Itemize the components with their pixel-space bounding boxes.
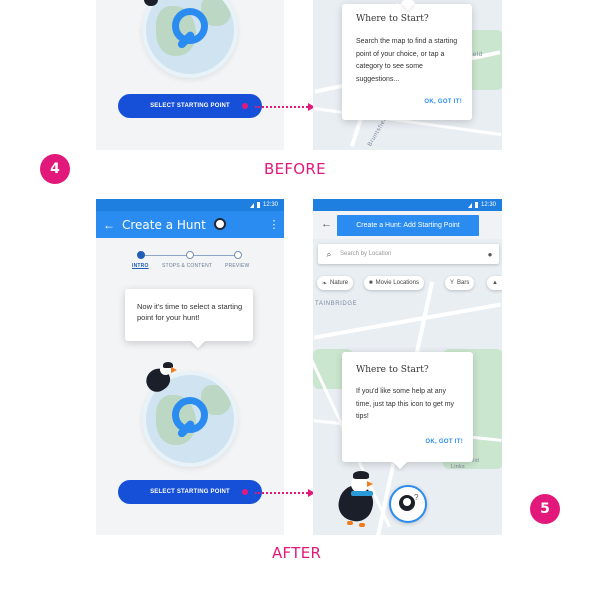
flow-arrow-line bbox=[255, 106, 311, 108]
card-title: Where to Start? bbox=[356, 365, 429, 375]
card-body: If you'd like some help at any time, jus… bbox=[356, 388, 455, 420]
cocktail-icon: Y bbox=[450, 280, 455, 286]
overflow-menu-icon[interactable]: ⋮ bbox=[264, 218, 284, 231]
film-icon: ■ bbox=[369, 280, 373, 286]
before-map-screen: ield Bruntsfield Where to Start? Search … bbox=[313, 0, 502, 150]
stepper-dot-intro[interactable] bbox=[137, 251, 145, 259]
select-starting-point-button[interactable]: SELECT STARTING POINT bbox=[118, 94, 262, 118]
help-tips-button[interactable]: ? bbox=[389, 485, 427, 523]
puffin-mascot bbox=[334, 469, 395, 531]
app-bar: ← Create a Hunt ⋮ bbox=[96, 211, 284, 238]
back-arrow-icon[interactable]: ← bbox=[96, 218, 122, 232]
stepper-label-preview[interactable]: PREVIEW bbox=[225, 263, 249, 269]
status-time: 12:30 bbox=[480, 202, 496, 208]
hotspot-marker bbox=[242, 489, 248, 495]
status-bar: 12:30 bbox=[96, 199, 284, 211]
microphone-icon[interactable]: ● bbox=[481, 250, 499, 259]
map-label-field: ield bbox=[471, 52, 483, 58]
intro-speech-bubble: Now it's time to select a starting point… bbox=[125, 289, 253, 341]
chip-more[interactable]: ▲ bbox=[487, 276, 502, 290]
back-arrow-icon[interactable]: ← bbox=[321, 218, 332, 230]
before-intro-screen: SELECT STARTING POINT bbox=[96, 0, 284, 150]
before-label: BEFORE bbox=[264, 160, 326, 178]
where-to-start-card: Where to Start? If you'd like some help … bbox=[342, 352, 473, 462]
after-label: AFTER bbox=[272, 544, 322, 562]
status-time: 12:30 bbox=[262, 202, 278, 208]
ok-got-it-button[interactable]: OK, GOT IT! bbox=[425, 439, 463, 445]
search-icon: ⌕ bbox=[326, 248, 332, 259]
leaf-icon: ❧ bbox=[322, 280, 328, 287]
card-body: Search the map to find a starting point … bbox=[356, 38, 458, 83]
card-title: Where to Start? bbox=[356, 14, 429, 24]
select-starting-point-button[interactable]: SELECT STARTING POINT bbox=[118, 480, 262, 504]
search-input[interactable]: Search by Location bbox=[340, 251, 481, 257]
stepper-label-intro[interactable]: INTRO bbox=[132, 263, 149, 269]
map-label-area: TAINBRIDGE bbox=[315, 301, 358, 307]
ok-got-it-button[interactable]: OK, GOT IT! bbox=[424, 99, 462, 105]
add-starting-point-title: Create a Hunt: Add Starting Point bbox=[337, 215, 479, 236]
where-to-start-card: Where to Start? Search the map to find a… bbox=[342, 4, 472, 120]
location-search-bar[interactable]: ⌕ Search by Location ● bbox=[318, 244, 499, 264]
flow-arrow-line bbox=[255, 492, 311, 494]
stepper-label-stops[interactable]: STOPS & CONTENT bbox=[162, 263, 212, 269]
puffin-avatar-icon bbox=[213, 218, 226, 230]
chip-bars[interactable]: Y Bars bbox=[445, 276, 475, 290]
step-number-4: 4 bbox=[40, 154, 70, 184]
step-number-5: 5 bbox=[530, 494, 560, 524]
chip-movie-locations[interactable]: ■ Movie Locations bbox=[364, 276, 424, 290]
intro-bubble-text: Now it's time to select a starting point… bbox=[137, 302, 243, 322]
hotspot-marker bbox=[242, 103, 248, 109]
status-bar: 12:30 bbox=[313, 199, 502, 211]
after-map-screen: 12:30 ← Create a Hunt: Add Starting Poin… bbox=[313, 199, 502, 535]
app-bar-title: Create a Hunt bbox=[122, 218, 206, 232]
stepper-dot-stops[interactable] bbox=[186, 251, 194, 259]
chip-nature[interactable]: ❧ Nature bbox=[317, 276, 354, 290]
puffin-illustration bbox=[141, 361, 184, 396]
stepper-dot-preview[interactable] bbox=[234, 251, 242, 259]
mountain-icon: ▲ bbox=[492, 280, 498, 286]
after-intro-screen: 12:30 ← Create a Hunt ⋮ INTRO STOPS & CO… bbox=[96, 199, 284, 535]
